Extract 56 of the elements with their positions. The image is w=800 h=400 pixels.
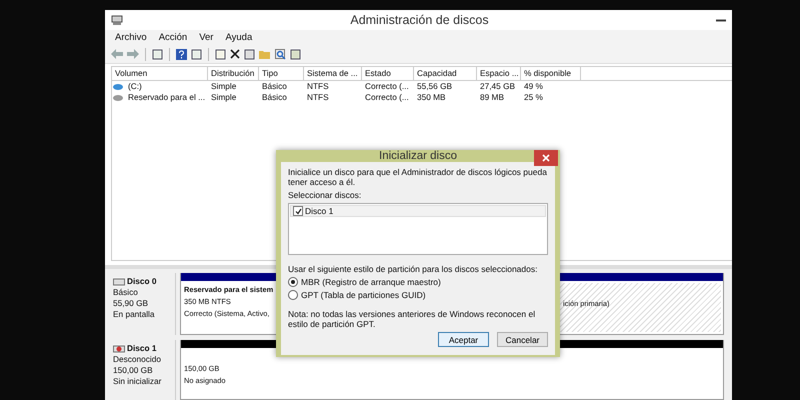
table-cell-text: 350 MB [416,92,447,104]
radio-label[interactable]: GPT (Tabla de particiones GUID) [301,290,426,300]
table-cell-text: Correcto (... [364,81,410,92]
table-cell-text: Simple [210,92,238,104]
intro-text: Inicialice un disco para que el Administrador de discos lógicos pueda tener acceso a él. [288,167,548,187]
disk-name: Disco 0 [127,276,157,288]
close-icon [542,154,550,162]
dialog-title: Inicializar disco [378,150,458,162]
menu-item[interactable]: Archivo [115,32,147,44]
list-label: Seleccionar discos: [288,190,362,200]
disk-info: Sin inicializar [113,376,162,388]
style-label: Usar el siguiente estilo de partición para los discos seleccionados: [288,264,538,274]
column-header[interactable]: Tipo [259,67,304,80]
table-cell-text: NTFS [306,92,330,104]
table-cell-text: Básico [261,92,288,104]
table-cell-text: 89 MB [479,92,505,104]
disk-name: Disco 1 [127,343,157,354]
delete-icon[interactable] [230,49,240,60]
column-header[interactable]: Volumen [112,67,208,80]
disk-info: 150,00 GB [113,365,154,376]
disk-warning-icon [113,344,125,354]
table-cell-text: NTFS [306,81,330,92]
column-header[interactable]: Estado [362,67,414,80]
table-cell-text: 27,45 GB [479,81,516,92]
column-header[interactable]: Espacio ... [477,67,521,80]
disk-info: Desconocido [113,354,162,366]
table-cell-text: Simple [210,81,238,92]
table-cell-text: Básico [261,81,288,92]
table-cell-text: Reservado para el ... [127,92,206,104]
minimize-icon[interactable] [716,18,726,22]
help-icon[interactable] [176,48,187,60]
column-header[interactable]: % disponible [521,67,581,80]
menu-item[interactable]: Ayuda [225,32,252,44]
dialog-button[interactable]: Aceptar [438,332,489,347]
menu-item[interactable]: Ver [199,32,214,44]
table-cell-text: 55,56 GB [416,81,454,92]
table-cell-text: (C:) [127,81,142,92]
app-icon [111,14,123,26]
window-title: Administración de discos [349,13,490,28]
menu-item[interactable]: Acción [158,32,188,44]
close-button[interactable] [534,150,558,166]
radio-button[interactable] [288,290,298,300]
disk-info: En pantalla [113,309,156,320]
dialog-button[interactable]: Cancelar [497,332,548,347]
magnifier-icon[interactable] [275,48,286,60]
list-item[interactable]: Disco 1 [305,206,334,216]
disk-info: 55,90 GB [113,298,150,310]
column-header[interactable]: Sistema de ... [304,67,362,80]
checkbox[interactable] [293,206,303,216]
column-header[interactable]: Distribución [208,67,259,80]
table-cell-text: 25 % [523,92,544,104]
disk-info: Básico [113,287,139,298]
radio-button[interactable] [288,277,298,287]
column-header[interactable]: Capacidad [414,67,477,80]
table-cell-text: 49 % [523,81,544,92]
table-cell-text: Correcto (... [364,92,410,104]
